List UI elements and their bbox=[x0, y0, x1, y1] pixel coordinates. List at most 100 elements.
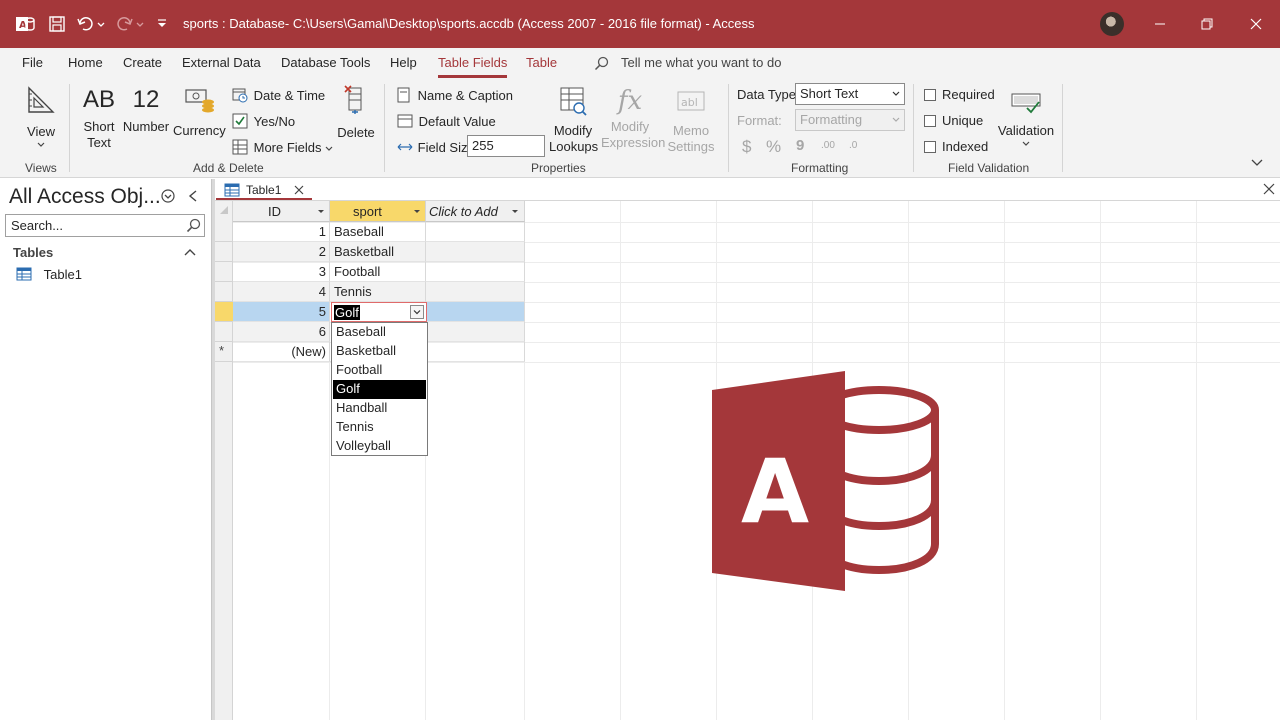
dropdown-option[interactable]: Baseball bbox=[333, 323, 426, 342]
row-selector-new[interactable]: * bbox=[215, 342, 233, 362]
name-caption-label: Name & Caption bbox=[417, 88, 514, 103]
modify-lookups-button[interactable]: Modify Lookups bbox=[549, 84, 598, 155]
column-header-sport[interactable]: sport bbox=[330, 201, 426, 222]
user-avatar[interactable] bbox=[1100, 12, 1124, 36]
currency-button[interactable]: Currency bbox=[173, 86, 226, 139]
cell-empty[interactable] bbox=[426, 222, 525, 242]
tab-table[interactable]: Table bbox=[526, 55, 557, 70]
unique-check-box[interactable] bbox=[924, 115, 936, 127]
tab-create[interactable]: Create bbox=[123, 55, 162, 70]
tab-table-fields[interactable]: Table Fields bbox=[438, 55, 508, 78]
cell-sport[interactable]: Basketball bbox=[330, 242, 426, 262]
dropdown-option[interactable]: Tennis bbox=[333, 418, 426, 437]
undo-dropdown-icon[interactable] bbox=[96, 14, 106, 34]
column-header-click-to-add[interactable]: Click to Add bbox=[426, 201, 525, 222]
sort-filter-icon[interactable] bbox=[317, 209, 325, 215]
nav-item-table1[interactable]: Table1 bbox=[16, 267, 82, 287]
cell-sport[interactable]: Baseball bbox=[330, 222, 426, 242]
grid-line bbox=[620, 201, 621, 720]
indexed-check-box[interactable] bbox=[924, 141, 936, 153]
shutter-bar-collapse-icon[interactable] bbox=[187, 189, 199, 203]
sort-filter-icon[interactable] bbox=[511, 209, 519, 215]
nav-search-input[interactable]: Search... bbox=[5, 214, 205, 237]
view-button[interactable]: View bbox=[22, 84, 60, 148]
tab-database-tools[interactable]: Database Tools bbox=[281, 55, 370, 70]
cell-id[interactable]: 2 bbox=[233, 242, 330, 262]
date-time-button[interactable]: Date & Time bbox=[232, 87, 325, 103]
validation-button[interactable]: Validation bbox=[997, 86, 1055, 147]
combo-value[interactable]: Golf bbox=[334, 305, 360, 320]
restore-button[interactable] bbox=[1184, 0, 1230, 48]
tab-home[interactable]: Home bbox=[68, 55, 103, 70]
row-selector[interactable] bbox=[215, 262, 233, 282]
dropdown-option[interactable]: Volleyball bbox=[333, 437, 426, 456]
default-value-button[interactable]: Default Value bbox=[397, 113, 496, 129]
short-text-button[interactable]: AB Short Text bbox=[80, 86, 118, 151]
group-formatting-label: Formatting bbox=[791, 161, 849, 175]
cell-empty[interactable] bbox=[426, 282, 525, 302]
close-document-icon[interactable] bbox=[1263, 183, 1275, 195]
row-selector[interactable] bbox=[215, 282, 233, 302]
cell-empty[interactable] bbox=[426, 242, 525, 262]
collapse-ribbon-icon[interactable] bbox=[1251, 159, 1263, 167]
data-type-select[interactable]: Short Text bbox=[795, 83, 905, 105]
cell-empty[interactable] bbox=[426, 342, 525, 362]
indexed-checkbox[interactable]: Indexed bbox=[924, 139, 988, 154]
cell-new-record[interactable]: (New) bbox=[233, 342, 330, 362]
dropdown-option[interactable]: Handball bbox=[333, 399, 426, 418]
tab-file[interactable]: File bbox=[22, 55, 43, 70]
yes-no-button[interactable]: Yes/No bbox=[232, 113, 295, 129]
sport-combo-box[interactable]: Golf bbox=[331, 302, 427, 322]
cell-sport[interactable]: Tennis bbox=[330, 282, 426, 302]
customize-qat-icon[interactable] bbox=[155, 14, 169, 34]
more-fields-button[interactable]: More Fields bbox=[232, 139, 333, 155]
row-selector[interactable] bbox=[215, 242, 233, 262]
sport-dropdown-list: Baseball Basketball Football Golf Handba… bbox=[331, 322, 428, 456]
required-checkbox[interactable]: Required bbox=[924, 87, 995, 102]
close-window-button[interactable] bbox=[1233, 0, 1279, 48]
name-caption-button[interactable]: Name & Caption bbox=[397, 87, 513, 103]
combo-dropdown-button[interactable] bbox=[410, 305, 424, 319]
cell-empty[interactable] bbox=[426, 322, 525, 342]
cell-id[interactable]: 3 bbox=[233, 262, 330, 282]
select-all-icon[interactable] bbox=[219, 205, 229, 215]
nav-section-tables[interactable]: Tables bbox=[0, 243, 211, 265]
tell-me-search[interactable]: Tell me what you want to do bbox=[594, 55, 781, 71]
close-icon[interactable] bbox=[294, 185, 304, 195]
tab-help[interactable]: Help bbox=[390, 55, 417, 70]
chevron-up-icon bbox=[184, 249, 196, 256]
required-check-box[interactable] bbox=[924, 89, 936, 101]
unique-checkbox[interactable]: Unique bbox=[924, 113, 983, 128]
search-icon[interactable] bbox=[186, 218, 202, 234]
nav-menu-icon[interactable] bbox=[161, 189, 175, 203]
delete-field-button[interactable]: Delete bbox=[336, 84, 376, 141]
sort-filter-icon[interactable] bbox=[413, 209, 421, 215]
number-button[interactable]: 12 Number bbox=[122, 86, 170, 135]
cell-id[interactable]: 1 bbox=[233, 222, 330, 242]
minimize-button[interactable] bbox=[1137, 0, 1183, 48]
doc-tab-table1[interactable]: Table1 bbox=[216, 180, 312, 200]
column-header-id[interactable]: ID bbox=[233, 201, 330, 222]
modify-expression-button: fx Modify Expression bbox=[601, 84, 665, 151]
dropdown-option-selected[interactable]: Golf bbox=[333, 380, 426, 399]
cell-empty[interactable] bbox=[426, 262, 525, 282]
dropdown-option[interactable]: Football bbox=[333, 361, 426, 380]
memo-settings-button: abl Memo Settings bbox=[663, 84, 719, 155]
cell-id[interactable]: 6 bbox=[233, 322, 330, 342]
cell-sport[interactable]: Football bbox=[330, 262, 426, 282]
undo-icon[interactable] bbox=[76, 14, 96, 34]
required-label: Required bbox=[942, 87, 995, 102]
cell-id-selected[interactable]: 5 bbox=[233, 302, 330, 322]
chevron-down-icon bbox=[892, 91, 900, 96]
nav-pane-title[interactable]: All Access Obj... bbox=[9, 185, 161, 209]
row-selector[interactable] bbox=[215, 322, 233, 342]
tab-external-data[interactable]: External Data bbox=[182, 55, 261, 70]
row-selector[interactable] bbox=[215, 222, 233, 242]
row-selector-current[interactable] bbox=[215, 302, 233, 322]
new-record-icon: * bbox=[219, 343, 225, 358]
cell-empty-selected[interactable] bbox=[426, 302, 525, 322]
field-size-input[interactable]: 255 bbox=[467, 135, 545, 157]
dropdown-option[interactable]: Basketball bbox=[333, 342, 426, 361]
save-icon[interactable] bbox=[47, 14, 67, 34]
cell-id[interactable]: 4 bbox=[233, 282, 330, 302]
